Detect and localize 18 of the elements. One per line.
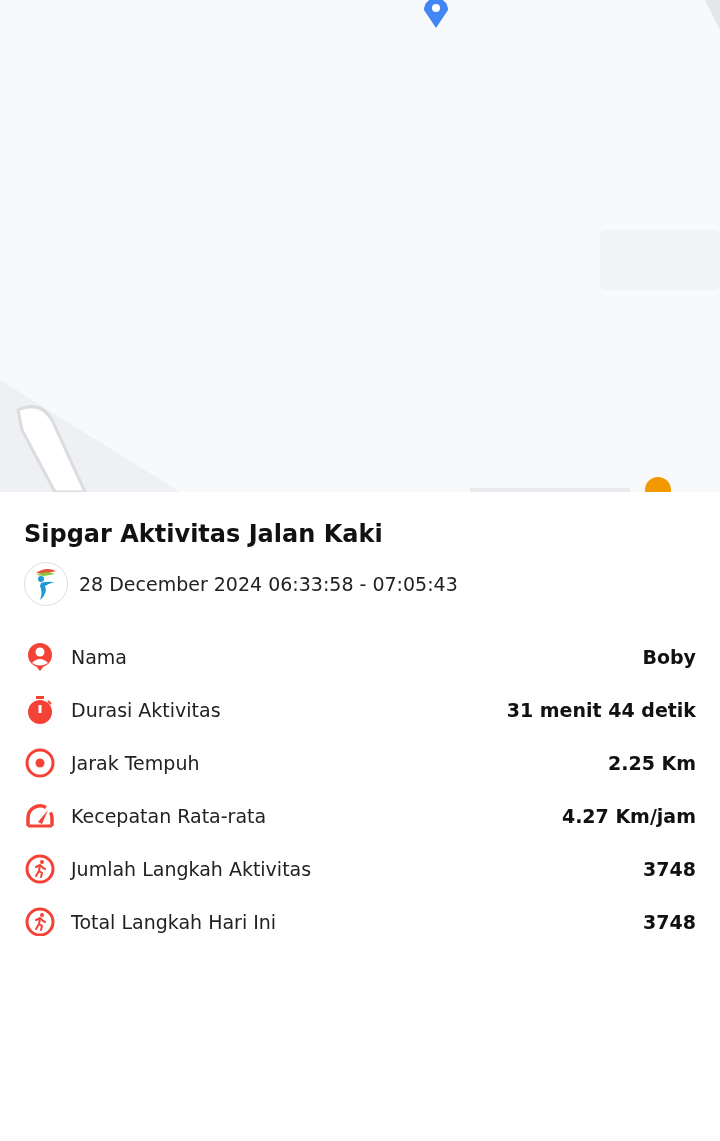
target-icon bbox=[24, 746, 56, 779]
stat-label: Nama bbox=[71, 645, 128, 668]
stat-value: 2.25 Km bbox=[608, 751, 696, 774]
stat-label: Jumlah Langkah Aktivitas bbox=[71, 857, 313, 880]
app-logo-icon bbox=[24, 562, 68, 606]
stat-label: Total Langkah Hari Ini bbox=[71, 910, 278, 933]
date-range: 28 December 2024 06:33:58 - 07:05:43 bbox=[79, 573, 458, 595]
stat-value: Boby bbox=[642, 645, 696, 668]
stat-value: 3748 bbox=[643, 857, 696, 880]
stat-label: Kecepatan Rata-rata bbox=[71, 804, 268, 827]
runner-icon bbox=[24, 852, 56, 885]
stat-value: 31 menit 44 detik bbox=[506, 698, 696, 721]
stat-label: Durasi Aktivitas bbox=[71, 698, 222, 721]
runner-icon bbox=[24, 905, 56, 936]
stat-value: 4.27 Km/jam bbox=[561, 804, 696, 827]
stat-value: 3748 bbox=[643, 910, 696, 933]
activity-title: Sipgar Aktivitas Jalan Kaki bbox=[24, 520, 384, 548]
stat-label: Jarak Tempuh bbox=[71, 751, 201, 774]
